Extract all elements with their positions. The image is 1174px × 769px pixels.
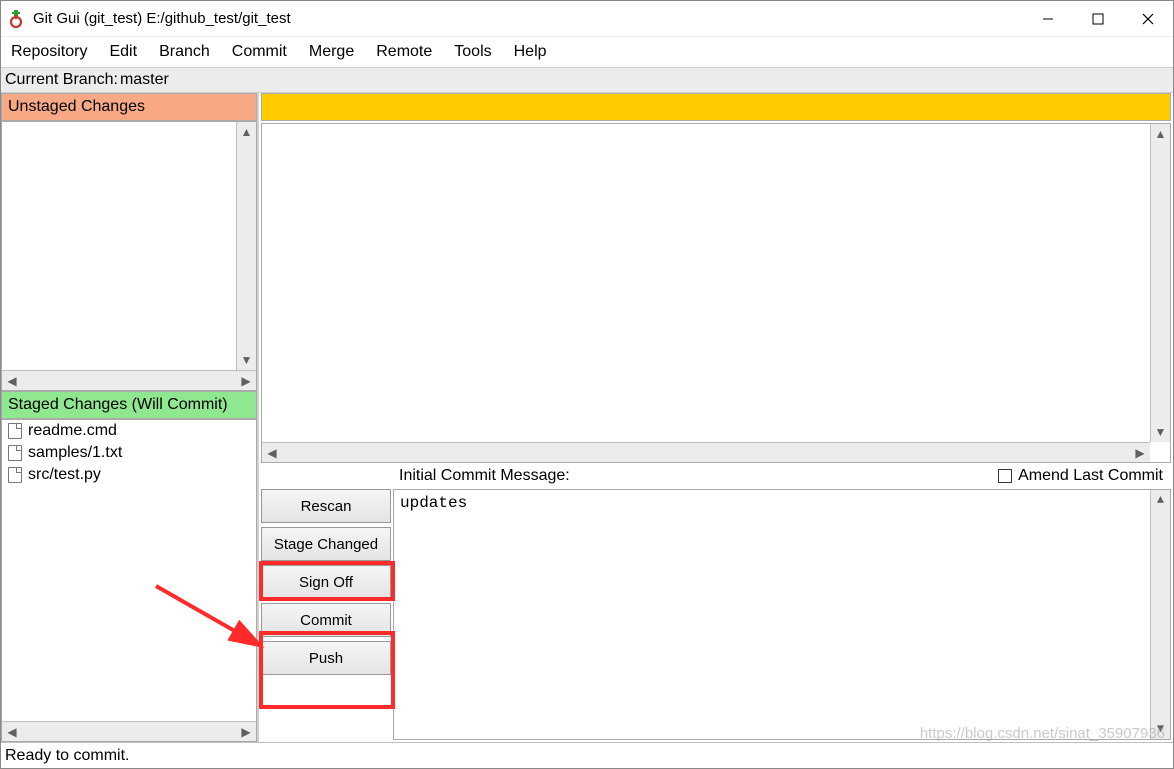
commit-button[interactable]: Commit <box>261 603 391 637</box>
menu-commit[interactable]: Commit <box>228 41 291 63</box>
scroll-up-icon[interactable]: ▲ <box>1151 490 1171 510</box>
push-button[interactable]: Push <box>261 641 391 675</box>
menu-branch[interactable]: Branch <box>155 41 214 63</box>
title-bar: Git Gui (git_test) E:/github_test/git_te… <box>1 1 1173 37</box>
menu-edit[interactable]: Edit <box>105 41 141 63</box>
menu-help[interactable]: Help <box>510 41 551 63</box>
list-item[interactable]: src/test.py <box>2 464 256 486</box>
scroll-right-icon[interactable]: ▶ <box>1130 443 1150 463</box>
stage-changed-button[interactable]: Stage Changed <box>261 527 391 561</box>
commit-label-row: Initial Commit Message: Amend Last Commi… <box>259 465 1173 489</box>
scroll-down-icon[interactable]: ▼ <box>237 350 257 370</box>
commit-message-text: updates <box>400 494 467 512</box>
close-button[interactable] <box>1123 1 1173 36</box>
staged-header: Staged Changes (Will Commit) <box>1 391 257 419</box>
commit-message-input[interactable]: updates ▲ ▼ <box>393 489 1171 740</box>
current-branch-bar: Current Branch: master <box>1 67 1173 93</box>
menu-tools[interactable]: Tools <box>450 41 495 63</box>
scroll-right-icon[interactable]: ▶ <box>236 722 256 742</box>
status-text: Ready to commit. <box>5 747 129 765</box>
sign-off-button[interactable]: Sign Off <box>261 565 391 599</box>
commit-buttons: Rescan Stage Changed Sign Off Commit Pus… <box>261 489 391 740</box>
scroll-down-icon[interactable]: ▼ <box>1151 719 1171 739</box>
file-name: readme.cmd <box>28 422 117 440</box>
scrollbar-vertical[interactable]: ▲ ▼ <box>236 122 256 370</box>
file-icon <box>8 423 22 439</box>
minimize-button[interactable] <box>1023 1 1073 36</box>
commit-area: Initial Commit Message: Amend Last Commi… <box>259 465 1173 742</box>
scroll-left-icon[interactable]: ◀ <box>2 371 22 391</box>
staged-list[interactable]: readme.cmd samples/1.txt src/test.py ◀ ▶ <box>1 419 257 742</box>
scroll-up-icon[interactable]: ▲ <box>1151 124 1171 144</box>
scrollbar-vertical[interactable]: ▲ ▼ <box>1150 490 1170 739</box>
diff-view[interactable]: ▲ ▼ ◀ ▶ <box>261 123 1171 463</box>
menu-merge[interactable]: Merge <box>305 41 358 63</box>
menu-remote[interactable]: Remote <box>372 41 436 63</box>
maximize-button[interactable] <box>1073 1 1123 36</box>
scrollbar-horizontal[interactable]: ◀ ▶ <box>2 370 256 390</box>
list-item[interactable]: samples/1.txt <box>2 442 256 464</box>
scroll-left-icon[interactable]: ◀ <box>2 722 22 742</box>
scrollbar-horizontal[interactable]: ◀ ▶ <box>2 721 256 741</box>
amend-checkbox[interactable] <box>998 469 1012 483</box>
file-icon <box>8 445 22 461</box>
menu-bar: Repository Edit Branch Commit Merge Remo… <box>1 37 1173 67</box>
file-icon <box>8 467 22 483</box>
window-controls <box>1023 1 1173 36</box>
status-bar: Ready to commit. <box>1 742 1173 768</box>
diff-header <box>261 93 1171 121</box>
commit-body: Rescan Stage Changed Sign Off Commit Pus… <box>259 489 1173 742</box>
scroll-down-icon[interactable]: ▼ <box>1151 422 1171 442</box>
scrollbar-horizontal[interactable]: ◀ ▶ <box>262 442 1150 462</box>
current-branch-label: Current Branch: <box>5 71 118 89</box>
unstaged-header: Unstaged Changes <box>1 93 257 121</box>
scroll-right-icon[interactable]: ▶ <box>236 371 256 391</box>
window-title: Git Gui (git_test) E:/github_test/git_te… <box>33 10 1023 27</box>
amend-last-commit[interactable]: Amend Last Commit <box>998 467 1163 485</box>
file-name: src/test.py <box>28 466 101 484</box>
scroll-left-icon[interactable]: ◀ <box>262 443 282 463</box>
current-branch-name: master <box>120 71 169 89</box>
unstaged-list[interactable]: ▲ ▼ ◀ ▶ <box>1 121 257 391</box>
menu-repository[interactable]: Repository <box>7 41 91 63</box>
amend-label: Amend Last Commit <box>1018 467 1163 485</box>
file-name: samples/1.txt <box>28 444 122 462</box>
right-pane: ▲ ▼ ◀ ▶ Initial Commit Message: Amend La… <box>259 93 1173 742</box>
rescan-button[interactable]: Rescan <box>261 489 391 523</box>
left-pane: Unstaged Changes ▲ ▼ ◀ ▶ Staged Changes … <box>1 93 259 742</box>
list-item[interactable]: readme.cmd <box>2 420 256 442</box>
main-area: Unstaged Changes ▲ ▼ ◀ ▶ Staged Changes … <box>1 93 1173 742</box>
commit-message-label: Initial Commit Message: <box>399 467 570 485</box>
app-icon <box>7 10 25 28</box>
scrollbar-vertical[interactable]: ▲ ▼ <box>1150 124 1170 442</box>
scroll-up-icon[interactable]: ▲ <box>237 122 257 142</box>
